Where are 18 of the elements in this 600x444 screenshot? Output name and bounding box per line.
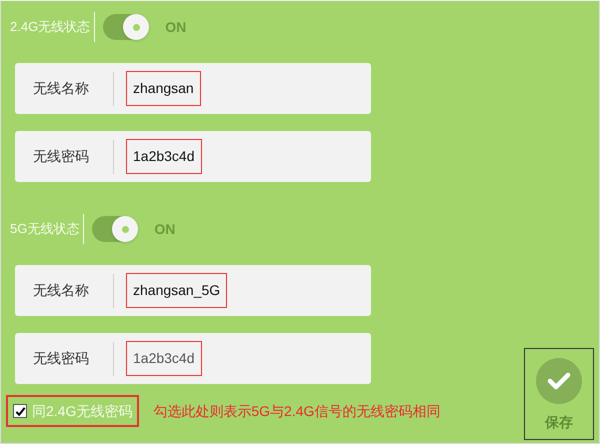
toggle-switch[interactable] [103,14,150,40]
checkbox-label: 同2.4G无线密码 [32,402,132,420]
checkbox[interactable] [13,404,27,418]
input-field[interactable]: 1a2b3c4d [126,139,202,174]
field-label: 无线名称 [32,281,90,300]
annotation-text: 勾选此处则表示5G与2.4G信号的无线密码相同 [153,402,440,420]
input-field[interactable]: zhangsan_5G [126,273,228,308]
toggle-state-label: ON [154,220,176,238]
field-label: 无线密码 [32,349,90,368]
field-label: 无线密码 [32,147,90,166]
status-label: 2.4G无线状态 [10,12,96,42]
toggle-state-label: ON [165,18,186,36]
status-label: 5G无线状态 [10,214,84,244]
field-label: 无线名称 [32,79,90,98]
checkmark-icon [536,358,582,404]
input-field[interactable]: zhangsan [126,71,201,106]
checkmark-icon [14,406,26,416]
toggle-switch[interactable] [92,216,138,242]
